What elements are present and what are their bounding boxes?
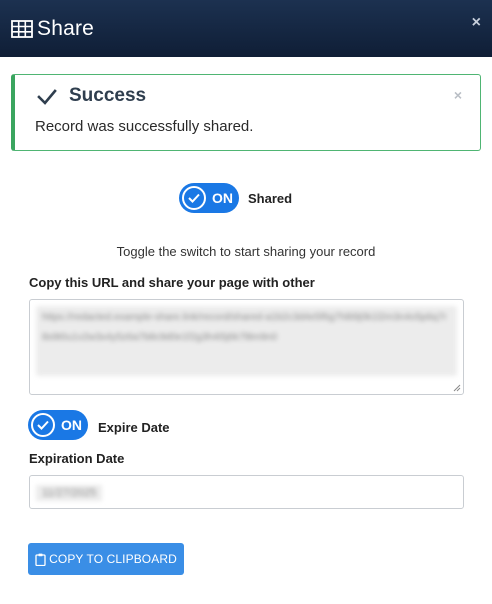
check-circle-icon <box>31 413 55 437</box>
success-alert: Success Record was successfully shared. … <box>11 74 481 151</box>
share-url-textarea[interactable]: https://redacted.example-share.link/reco… <box>29 299 464 395</box>
alert-title: Success <box>69 85 147 106</box>
toggle-hint: Toggle the switch to start sharing your … <box>116 244 376 259</box>
copy-to-clipboard-button[interactable]: COPY TO CLIPBOARD <box>28 543 184 575</box>
expire-toggle[interactable]: ON <box>28 410 88 440</box>
clipboard-icon <box>35 553 46 566</box>
resize-handle-icon[interactable] <box>453 384 461 392</box>
close-icon[interactable]: × <box>472 14 481 32</box>
shared-toggle-state: ON <box>212 190 233 206</box>
shared-toggle[interactable]: ON <box>179 183 239 213</box>
url-label: Copy this URL and share your page with o… <box>29 275 315 290</box>
expiration-date-input[interactable]: 11/27/2025 <box>29 475 464 509</box>
table-icon <box>11 19 33 38</box>
modal-header: Share × <box>0 0 492 57</box>
expire-date-label: Expire Date <box>98 420 170 435</box>
check-icon <box>37 89 57 105</box>
expiration-date-value: 11/27/2025 <box>36 485 103 501</box>
expiration-date-label: Expiration Date <box>29 451 125 466</box>
alert-close-icon[interactable]: × <box>454 87 462 103</box>
check-circle-icon <box>182 186 206 210</box>
shared-label: Shared <box>248 191 293 206</box>
alert-message: Record was successfully shared. <box>35 118 254 135</box>
copy-button-label: COPY TO CLIPBOARD <box>49 552 177 566</box>
modal-title: Share <box>37 16 95 40</box>
expire-toggle-state: ON <box>61 417 82 433</box>
share-url-value: https://redacted.example-share.link/reco… <box>36 306 457 376</box>
